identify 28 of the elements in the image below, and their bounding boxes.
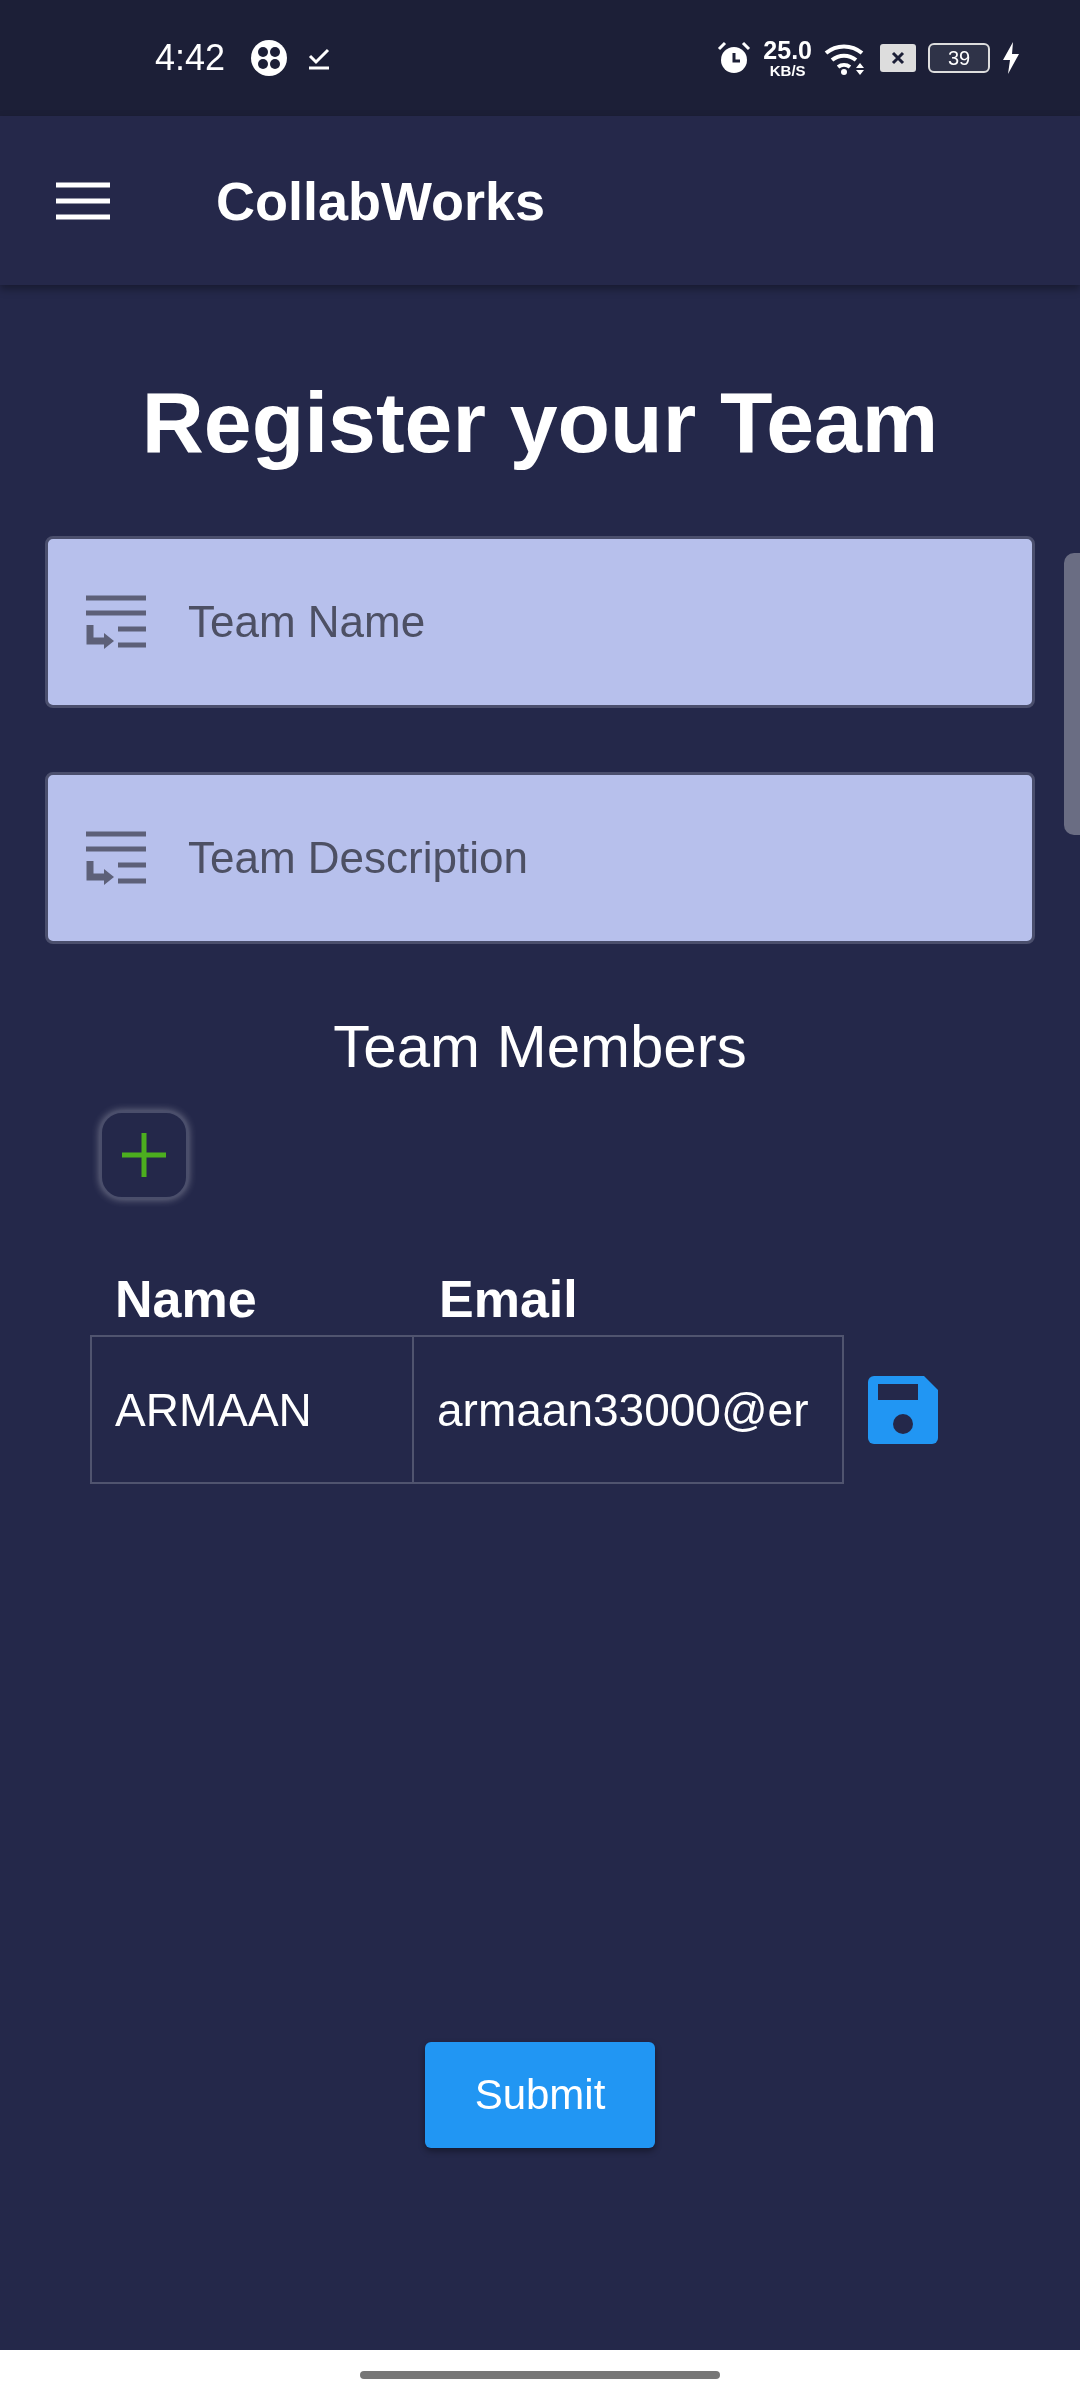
plus-icon xyxy=(122,1133,166,1177)
app-icon xyxy=(251,40,288,76)
text-input[interactable]: Team Description xyxy=(188,775,1032,941)
save-button[interactable] xyxy=(868,1375,938,1444)
menu-icon[interactable] xyxy=(56,181,110,220)
table-cell: ARMAAN xyxy=(90,1335,414,1484)
section-title: Team Members xyxy=(333,1012,747,1081)
battery-level: 39 xyxy=(928,43,990,73)
check-icon xyxy=(307,46,332,70)
wrap-text-icon xyxy=(84,595,148,649)
text-field[interactable]: Team Name xyxy=(45,536,1035,708)
status-time: 4:42 xyxy=(155,37,226,79)
add-member-button[interactable] xyxy=(100,1111,188,1199)
network-speed: 25.0 xyxy=(763,38,812,63)
wrap-text-icon xyxy=(84,831,148,885)
charging-icon xyxy=(1002,42,1020,74)
alarm-icon xyxy=(717,41,752,75)
speed-unit: KB/S xyxy=(769,63,806,78)
table-cell: armaan33000@er xyxy=(412,1335,844,1484)
page-heading: Register your Team xyxy=(140,373,940,472)
text-field[interactable]: Team Description xyxy=(45,772,1035,944)
text-input[interactable]: Team Name xyxy=(188,539,1032,705)
column-header: Email xyxy=(438,1269,579,1329)
app-title: CollabWorks xyxy=(216,169,546,232)
no-sim-icon xyxy=(880,44,916,72)
scrollbar[interactable] xyxy=(1064,553,1080,835)
submit-button[interactable]: Submit xyxy=(425,2042,655,2148)
column-header: Name xyxy=(114,1269,258,1329)
